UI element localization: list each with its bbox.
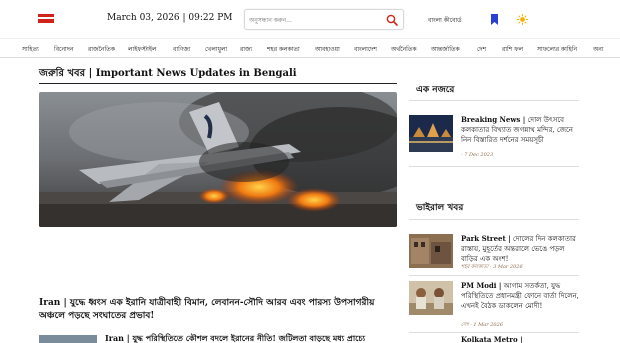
viral-card-title-en[interactable]: Kolkata Metro | [461,335,523,343]
language-keyboard-link[interactable]: বাংলা কীবোর্ড [428,15,462,26]
sidebar-title-viral-news: ভাইরাল খবর [416,203,464,213]
sidebar-title-at-a-glance: এক নজরে [416,85,455,95]
theme-toggle-sun-icon[interactable] [517,14,528,25]
glance-card-title-en[interactable]: Breaking News | [461,115,525,124]
sidebar-divider [409,219,579,220]
nav-item-international[interactable]: আন্তর্জাতিক [431,44,460,55]
search-bar[interactable] [244,9,404,30]
viral-card-title[interactable]: Park Street | দোলের দিন কলকাতার রাস্তায়… [461,234,579,264]
second-story-headline[interactable]: Iran | যুদ্ধ পরিস্থিতিতে কৌশল বদলে ইরানে… [105,333,395,343]
viral-card-title-en[interactable]: Park Street | [461,234,511,243]
nav-item-lifestyle[interactable]: লাইফস্টাইল [128,44,157,55]
nav-item-business[interactable]: বাণিজ্য [173,44,191,55]
glance-card-date: - 7 Dec 2023 [461,152,494,158]
site-header: March 03, 2026 | 09:22 PM বাংলা কীবোর্ড [0,0,620,38]
viral-card-title[interactable]: Kolkata Metro | [461,335,579,343]
search-icon[interactable] [386,14,398,26]
sidebar-divider [409,332,579,333]
viral-card-thumbnail[interactable] [409,337,453,343]
site-logo[interactable] [38,12,54,26]
search-input[interactable] [249,12,381,28]
nav-item-state[interactable]: রাজ্য [240,44,252,55]
nav-item-success-stories[interactable]: সাফল্যের কাহিনি [537,44,577,55]
sidebar-divider [409,166,579,167]
nav-item-other[interactable]: অন্য [593,44,604,55]
section-divider [39,83,397,84]
nav-item-sports[interactable]: খেলাধুলা [205,44,227,55]
category-nav: সাহিত্য বিনোদন রাজনৈতিক লাইফস্টাইল বাণিজ… [0,38,620,58]
nav-item-country[interactable]: দেশ [477,44,486,55]
nav-item-weather[interactable]: আবহাওয়া [315,44,340,55]
current-date: March 03, 2026 | 09:22 PM [107,13,233,23]
second-story-thumbnail[interactable] [39,335,97,343]
nav-item-economy[interactable]: অর্থনৈতিক [391,44,417,55]
nav-item-politics[interactable]: রাজনৈতিক [88,44,115,55]
viral-card-meta: দেশ · 1 Mar 2026 [461,322,503,328]
section-title-important-news: জরুরি খবর | Important News Updates in Be… [39,68,297,79]
sidebar-divider [409,100,579,101]
sidebar-divider [409,275,579,276]
nav-item-literature[interactable]: সাহিত্য [22,44,39,55]
nav-item-entertainment[interactable]: বিনোদন [54,44,74,55]
nav-item-bangladesh[interactable]: বাংলাদেশ [354,44,377,55]
viral-card-thumbnail[interactable] [409,281,453,315]
nav-item-horoscope[interactable]: রাশি ফল [502,44,523,55]
viral-card-thumbnail[interactable] [409,234,453,268]
lead-story-headline[interactable]: Iran | যুদ্ধে ধ্বংস এক ইরানি যাত্রীবাহী … [39,297,389,323]
viral-card-title-en[interactable]: PM Modi | [461,281,501,290]
nav-item-kolkata[interactable]: শহর কলকাতা [267,44,300,55]
viral-card-title[interactable]: PM Modi | আগাম সতর্কতা, যুদ্ধ পরিস্থিতিত… [461,281,579,311]
bookmark-icon[interactable] [490,14,499,25]
glance-card-thumbnail[interactable] [409,115,453,152]
glance-card-title[interactable]: Breaking News | দোল উৎসবে কলকাতার বিখ্যা… [461,115,579,145]
viral-card-meta: শহর কলকাতা · 3 Mar 2026 [461,264,523,270]
lead-story-image[interactable] [39,92,397,227]
